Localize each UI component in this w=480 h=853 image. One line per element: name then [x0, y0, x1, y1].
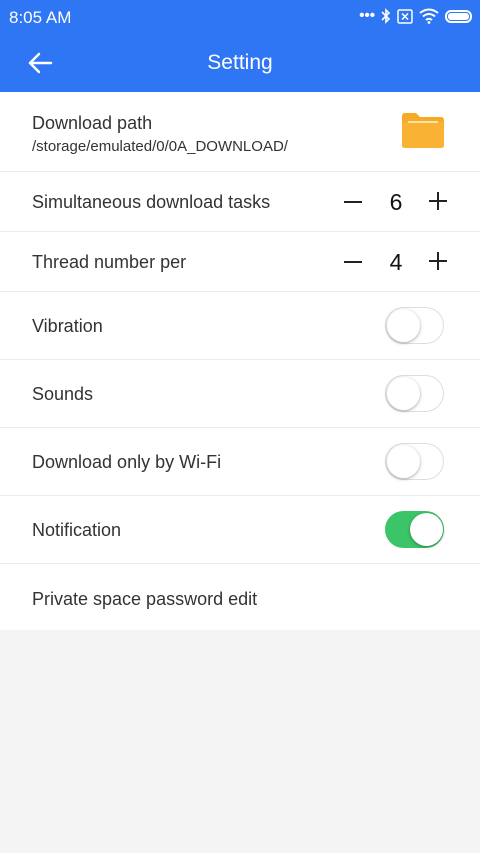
download-path-label: Download path	[32, 113, 153, 133]
setting-sounds: Sounds	[0, 360, 480, 428]
status-icons: •••	[359, 7, 472, 25]
setting-notification: Notification	[0, 496, 480, 564]
decrement-button[interactable]	[344, 261, 362, 263]
notification-label: Notification	[32, 520, 122, 540]
increment-button[interactable]	[429, 192, 447, 210]
setting-simultaneous-tasks: Simultaneous download tasks 6	[0, 172, 480, 232]
sim-x-icon	[397, 8, 413, 24]
page-title: Setting	[207, 51, 273, 74]
wifi-only-label: Download only by Wi-Fi	[32, 452, 222, 472]
setting-thread-number: Thread number per 4	[0, 232, 480, 292]
setting-wifi-only: Download only by Wi-Fi	[0, 428, 480, 496]
wifi-icon	[419, 8, 439, 24]
setting-vibration: Vibration	[0, 292, 480, 360]
more-dots-icon: •••	[359, 7, 375, 24]
folder-icon[interactable]	[402, 112, 444, 148]
increment-button[interactable]	[429, 252, 447, 270]
thread-number-stepper: 4	[340, 232, 452, 292]
setting-private-password[interactable]: Private space password edit	[0, 564, 480, 630]
sounds-label: Sounds	[32, 384, 94, 404]
simultaneous-tasks-stepper: 6	[340, 172, 452, 232]
notification-toggle[interactable]	[385, 511, 444, 548]
sounds-toggle[interactable]	[385, 375, 444, 412]
battery-icon	[445, 9, 472, 23]
wifi-only-toggle[interactable]	[385, 443, 444, 480]
status-time: 8:05 AM	[9, 8, 72, 27]
simultaneous-tasks-label: Simultaneous download tasks	[32, 192, 271, 212]
setting-download-path[interactable]: Download path /storage/emulated/0/0A_DOW…	[0, 92, 480, 172]
simultaneous-tasks-value: 6	[389, 189, 403, 215]
bluetooth-icon	[381, 8, 391, 24]
vibration-toggle[interactable]	[385, 307, 444, 344]
app-bar: Setting	[0, 33, 480, 92]
toggle-knob	[387, 309, 420, 342]
toggle-knob	[410, 513, 443, 546]
toggle-knob	[387, 445, 420, 478]
vibration-label: Vibration	[32, 316, 103, 336]
status-bar: 8:05 AM •••	[0, 0, 480, 33]
decrement-button[interactable]	[344, 201, 362, 203]
download-path-value: /storage/emulated/0/0A_DOWNLOAD/	[32, 138, 288, 155]
toggle-knob	[387, 377, 420, 410]
settings-list: Download path /storage/emulated/0/0A_DOW…	[0, 92, 480, 630]
thread-number-label: Thread number per	[32, 252, 187, 272]
private-password-label: Private space password edit	[32, 589, 258, 609]
thread-number-value: 4	[389, 249, 403, 275]
